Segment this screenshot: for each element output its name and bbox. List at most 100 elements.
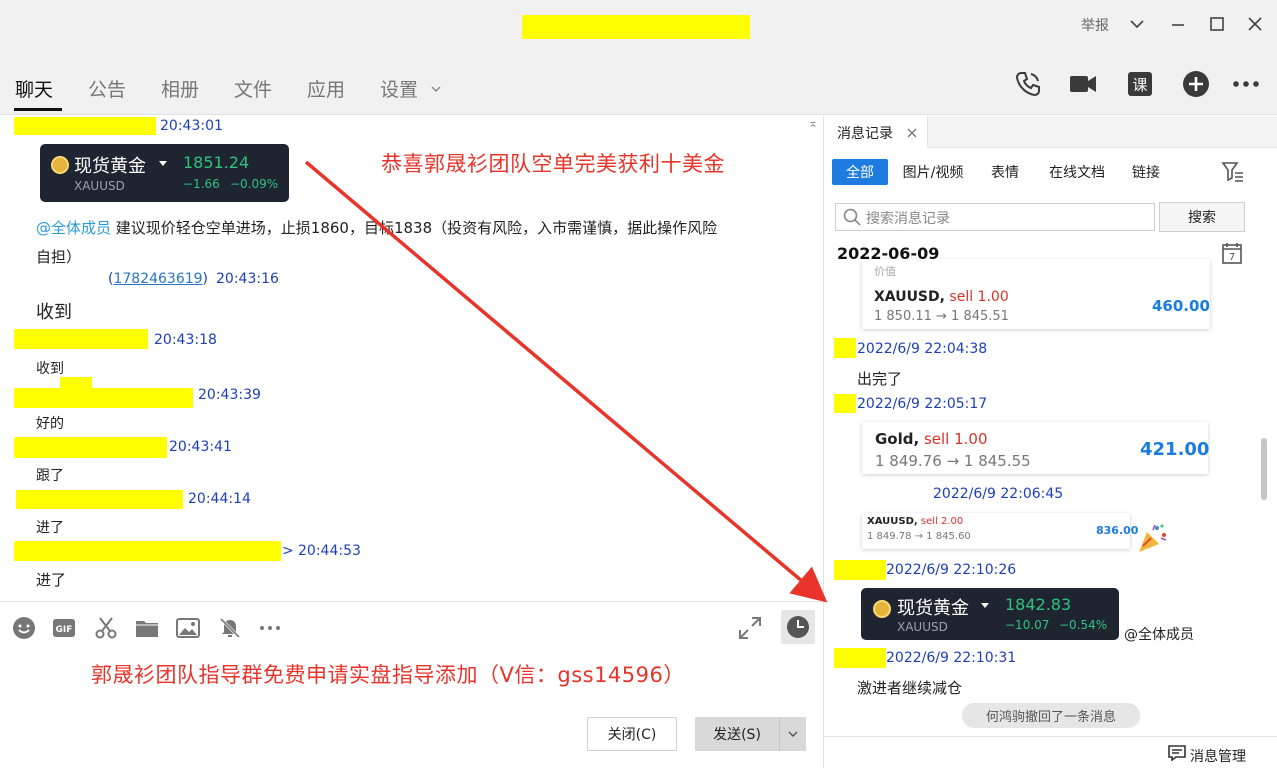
sender-name-redacted — [14, 388, 193, 408]
history-message: 出完了 — [857, 370, 903, 388]
report-button[interactable]: 举报 — [1081, 15, 1109, 35]
svg-text:7: 7 — [1229, 252, 1235, 263]
message-timestamp: 20:43:16 — [216, 271, 279, 287]
filter-emoji[interactable]: 表情 — [982, 159, 1028, 185]
history-timestamp: 2022/6/9 22:06:45 — [933, 486, 1064, 502]
lesson-icon[interactable]: 课 — [1125, 69, 1155, 99]
more-icon[interactable] — [1231, 69, 1261, 99]
maximize-icon[interactable] — [1205, 12, 1229, 36]
trade-result-card[interactable]: 价值 XAUUSD, sell 1.00 1 850.11 → 1 845.51… — [862, 259, 1210, 329]
message-manage-icon — [1168, 745, 1186, 761]
sender-id-line: (1782463619) — [108, 271, 209, 287]
message-text: 进了 — [36, 520, 64, 536]
filter-links[interactable]: 链接 — [1124, 159, 1168, 185]
tab-bar: 聊天 公告 相册 文件 应用 设置 课 — [0, 50, 1277, 115]
quote-change: −10.07 — [1005, 618, 1050, 632]
trade-symbol: XAUUSD, sell 1.00 — [874, 289, 1009, 305]
close-tab-icon[interactable] — [907, 128, 917, 138]
emoji-icon[interactable] — [12, 616, 36, 640]
quote-name: 现货黄金 — [897, 598, 969, 619]
tab-files[interactable]: 文件 — [234, 75, 272, 102]
trade-symbol: Gold, sell 1.00 — [875, 430, 988, 448]
message-text: 收到 — [36, 302, 72, 323]
tab-apps[interactable]: 应用 — [307, 75, 345, 102]
chat-message-list[interactable]: ⌅ 20:43:01 现货黄金 XAUUSD 1851.24 −1.66 −0.… — [0, 116, 823, 601]
chevron-down-icon — [788, 731, 798, 737]
minimize-icon[interactable] — [1166, 12, 1190, 36]
gif-icon[interactable]: GIF — [52, 616, 76, 640]
folder-icon[interactable] — [135, 616, 159, 640]
message-text: 好的 — [36, 416, 64, 432]
gold-coin-icon — [51, 156, 69, 174]
tab-announcement[interactable]: 公告 — [88, 75, 126, 102]
history-message: 激进者继续减仓 — [857, 679, 963, 697]
gold-quote-card[interactable]: 现货黄金 XAUUSD 1842.83 −10.07 −0.54% — [861, 588, 1119, 640]
message-timestamp: 20:44:14 — [188, 491, 251, 507]
scissors-icon[interactable] — [94, 616, 118, 640]
promo-annotation: 郭晟衫团队指导群免费申请实盘指导添加（V信：gss14596） — [91, 663, 685, 687]
calendar-icon[interactable]: 7 — [1222, 242, 1242, 264]
history-clock-icon — [787, 616, 809, 638]
send-button[interactable]: 发送(S) — [695, 717, 779, 751]
tab-album[interactable]: 相册 — [161, 75, 199, 102]
chevron-down-icon[interactable] — [1125, 12, 1149, 36]
mention-all[interactable]: @全体成员 — [1124, 624, 1194, 644]
svg-text:GIF: GIF — [56, 625, 73, 635]
gold-quote-card[interactable]: 现货黄金 XAUUSD 1851.24 −1.66 −0.09% — [40, 144, 289, 202]
history-button[interactable] — [781, 610, 815, 644]
filter-settings-icon[interactable] — [1221, 161, 1245, 183]
trade-price-path: 1 849.76 → 1 845.55 — [875, 452, 1031, 470]
phone-icon[interactable] — [1013, 69, 1043, 99]
mention-all[interactable]: @全体成员 — [36, 219, 111, 237]
history-panel: 消息记录 全部 图片/视频 表情 在线文档 链接 搜索消息记录 搜索 2022-… — [824, 116, 1277, 768]
filter-media[interactable]: 图片/视频 — [894, 159, 972, 185]
sender-name-redacted — [834, 648, 886, 668]
image-icon[interactable] — [176, 616, 200, 640]
history-footer: 消息管理 — [824, 736, 1277, 768]
svg-text:课: 课 — [1132, 76, 1147, 94]
history-timestamp: 2022/6/9 22:10:31 — [886, 650, 1017, 666]
caret-down-icon — [159, 161, 167, 166]
collapse-icon[interactable]: ⌅ — [808, 116, 818, 130]
filter-docs[interactable]: 在线文档 — [1040, 159, 1114, 185]
add-icon[interactable] — [1181, 69, 1211, 99]
close-button[interactable]: 关闭(C) — [587, 717, 677, 751]
sender-name-redacted — [16, 490, 183, 509]
history-search-input[interactable]: 搜索消息记录 — [835, 203, 1155, 231]
message-manage-button[interactable]: 消息管理 — [1190, 746, 1246, 766]
more-dots-icon[interactable] — [258, 616, 282, 640]
message-text: 收到 — [36, 361, 64, 377]
trade-symbol: XAUUSD, sell 2.00 — [867, 516, 964, 527]
send-options-button[interactable] — [779, 717, 806, 751]
sender-id-link[interactable]: 1782463619 — [113, 271, 202, 287]
trade-result-card[interactable]: Gold, sell 1.00 1 849.76 → 1 845.55 421.… — [862, 422, 1209, 474]
profit-annotation: 恭喜郭晟衫团队空单完美获利十美金 — [381, 152, 725, 176]
history-scrollbar[interactable] — [1261, 438, 1267, 500]
quote-change-pct: −0.54% — [1059, 618, 1108, 632]
quote-price: 1851.24 — [183, 153, 250, 172]
sender-suffix: > — [282, 543, 294, 559]
history-search-button[interactable]: 搜索 — [1159, 202, 1245, 232]
quote-name: 现货黄金 — [74, 156, 146, 177]
settings-chevron-icon[interactable] — [430, 83, 442, 95]
sender-name-redacted — [834, 560, 886, 580]
message-text: 跟了 — [36, 468, 64, 484]
close-icon[interactable] — [1243, 12, 1267, 36]
gold-coin-icon — [873, 600, 891, 618]
video-call-icon[interactable] — [1068, 69, 1098, 99]
expand-icon[interactable] — [738, 616, 762, 640]
message-input-area[interactable]: GIF 郭晟衫团队指导群免费申请实盘指导添加（V信：gss14596） 关闭(C… — [0, 601, 823, 768]
sender-name-redacted — [834, 394, 856, 413]
filter-all[interactable]: 全部 — [832, 159, 888, 185]
party-popper-icon — [1139, 524, 1167, 552]
history-tab[interactable]: 消息记录 — [824, 116, 928, 148]
trade-result-card[interactable]: XAUUSD, sell 2.00 1 849.78 → 1 845.60 83… — [862, 513, 1138, 549]
trade-price-path: 1 849.78 → 1 845.60 — [867, 531, 971, 542]
trade-profit: 460.00 — [1152, 297, 1210, 315]
bell-off-icon[interactable] — [218, 616, 242, 640]
sender-name-redacted — [834, 338, 856, 358]
history-timestamp: 2022/6/9 22:04:38 — [857, 341, 988, 357]
message-text: 进了 — [36, 571, 67, 589]
tab-chat[interactable]: 聊天 — [15, 75, 53, 102]
tab-settings[interactable]: 设置 — [380, 75, 418, 102]
